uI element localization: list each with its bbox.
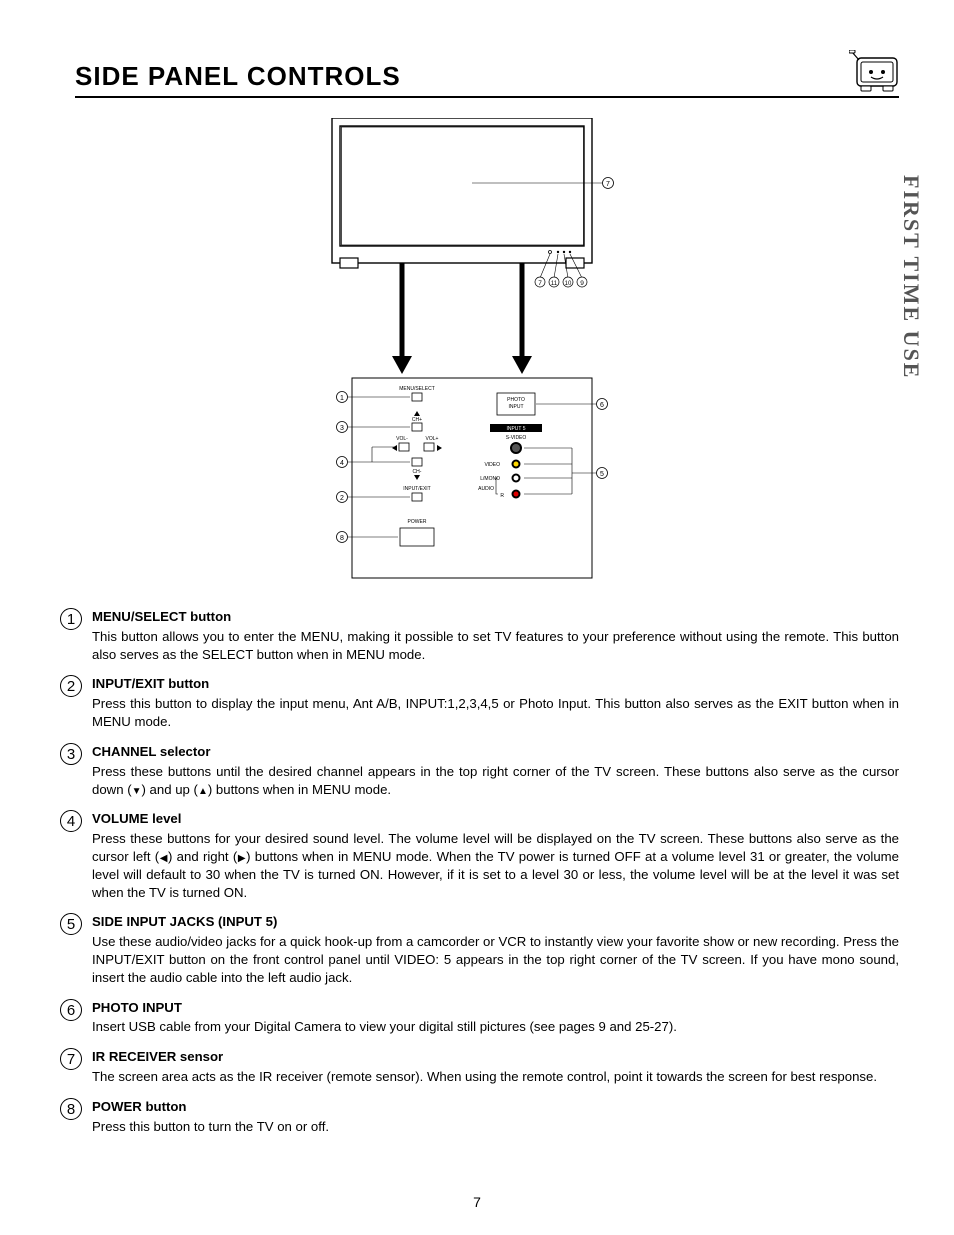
control-item: 2INPUT/EXIT buttonPress this button to d… [75, 675, 899, 730]
control-item: 8POWER buttonPress this button to turn t… [75, 1098, 899, 1136]
item-number-icon: 3 [60, 743, 82, 765]
manual-page: SIDE PANEL CONTROLS FIRST TIME USE [0, 0, 954, 1235]
item-title: INPUT/EXIT button [92, 675, 899, 693]
svg-text:5: 5 [600, 471, 604, 478]
item-description: This button allows you to enter the MENU… [92, 628, 899, 664]
section-tab: FIRST TIME USE [898, 175, 924, 379]
item-number-icon: 6 [60, 999, 82, 1021]
item-body: SIDE INPUT JACKS (INPUT 5) Use these audi… [92, 913, 899, 986]
item-title: SIDE INPUT JACKS (INPUT 5) [92, 913, 899, 931]
item-title: POWER button [92, 1098, 899, 1116]
control-item: 6PHOTO INPUTInsert USB cable from your D… [75, 999, 899, 1037]
item-title: VOLUME level [92, 810, 899, 828]
item-number-icon: 5 [60, 913, 82, 935]
svg-text:4: 4 [340, 460, 344, 467]
svg-text:PHOTO: PHOTO [507, 397, 525, 403]
svg-text:VIDEO: VIDEO [484, 462, 500, 468]
control-descriptions: 1MENU/SELECT buttonThis button allows yo… [75, 608, 899, 1136]
svg-text:L/MONO: L/MONO [480, 476, 500, 482]
svg-text:VOL+: VOL+ [426, 436, 439, 442]
control-item: 7IR RECEIVER sensorThe screen area acts … [75, 1048, 899, 1086]
item-title: IR RECEIVER sensor [92, 1048, 899, 1066]
tv-monitor-icon [332, 118, 592, 268]
item-body: IR RECEIVER sensor The screen area acts a… [92, 1048, 899, 1086]
item-description: Press this button to display the input m… [92, 695, 899, 731]
tv-mascot-icon [849, 50, 899, 92]
svg-text:3: 3 [340, 425, 344, 432]
item-title: CHANNEL selector [92, 743, 899, 761]
item-description: Press these buttons for your desired sou… [92, 830, 899, 901]
control-item: 3CHANNEL selectorPress these buttons unt… [75, 743, 899, 798]
item-title: MENU/SELECT button [92, 608, 899, 626]
page-number: 7 [0, 1194, 954, 1210]
page-header: SIDE PANEL CONTROLS [75, 50, 899, 98]
svg-text:10: 10 [565, 281, 572, 287]
svg-text:6: 6 [600, 402, 604, 409]
item-description: Press this button to turn the TV on or o… [92, 1118, 899, 1136]
item-body: VOLUME level Press these buttons for your… [92, 810, 899, 901]
svg-text:INPUT/EXIT: INPUT/EXIT [403, 486, 431, 492]
svg-text:CH-: CH- [413, 469, 422, 475]
item-body: INPUT/EXIT button Press this button to di… [92, 675, 899, 730]
svg-text:7: 7 [538, 280, 542, 287]
item-description: Insert USB cable from your Digital Camer… [92, 1018, 899, 1036]
item-description: The screen area acts as the IR receiver … [92, 1068, 899, 1086]
item-body: CHANNEL selector Press these buttons unti… [92, 743, 899, 798]
page-title: SIDE PANEL CONTROLS [75, 61, 401, 92]
svg-text:MENU/SELECT: MENU/SELECT [399, 386, 435, 392]
svg-text:R: R [500, 493, 504, 499]
item-number-icon: 4 [60, 810, 82, 832]
svg-text:S-VIDEO: S-VIDEO [506, 435, 527, 441]
item-body: PHOTO INPUTInsert USB cable from your Di… [92, 999, 899, 1037]
item-number-icon: 2 [60, 675, 82, 697]
svg-text:VOL-: VOL- [396, 436, 408, 442]
svg-text:POWER: POWER [408, 519, 427, 525]
item-number-icon: 7 [60, 1048, 82, 1070]
svg-text:INPUT 5: INPUT 5 [506, 426, 525, 432]
item-title: PHOTO INPUT [92, 999, 899, 1017]
svg-text:AUDIO: AUDIO [478, 486, 494, 492]
svg-text:1: 1 [340, 395, 344, 402]
svg-text:INPUT: INPUT [509, 404, 524, 410]
control-item: 5SIDE INPUT JACKS (INPUT 5)Use these aud… [75, 913, 899, 986]
item-body: MENU/SELECT button This button allows you… [92, 608, 899, 663]
svg-text:7: 7 [606, 181, 610, 188]
svg-text:8: 8 [340, 535, 344, 542]
item-description: Press these buttons until the desired ch… [92, 763, 899, 799]
item-number-icon: 1 [60, 608, 82, 630]
svg-text:2: 2 [340, 495, 344, 502]
control-item: 1MENU/SELECT buttonThis button allows yo… [75, 608, 899, 663]
svg-text:9: 9 [580, 280, 584, 287]
svg-text:11: 11 [551, 281, 558, 287]
item-description: Use these audio/video jacks for a quick … [92, 933, 899, 986]
svg-text:CH+: CH+ [412, 417, 422, 423]
control-item: 4VOLUME levelPress these buttons for you… [75, 810, 899, 901]
item-number-icon: 8 [60, 1098, 82, 1120]
side-panel-diagram: 7 7 11 10 9 MENU/SELECT [272, 118, 702, 588]
item-body: POWER button Press this button to turn th… [92, 1098, 899, 1136]
